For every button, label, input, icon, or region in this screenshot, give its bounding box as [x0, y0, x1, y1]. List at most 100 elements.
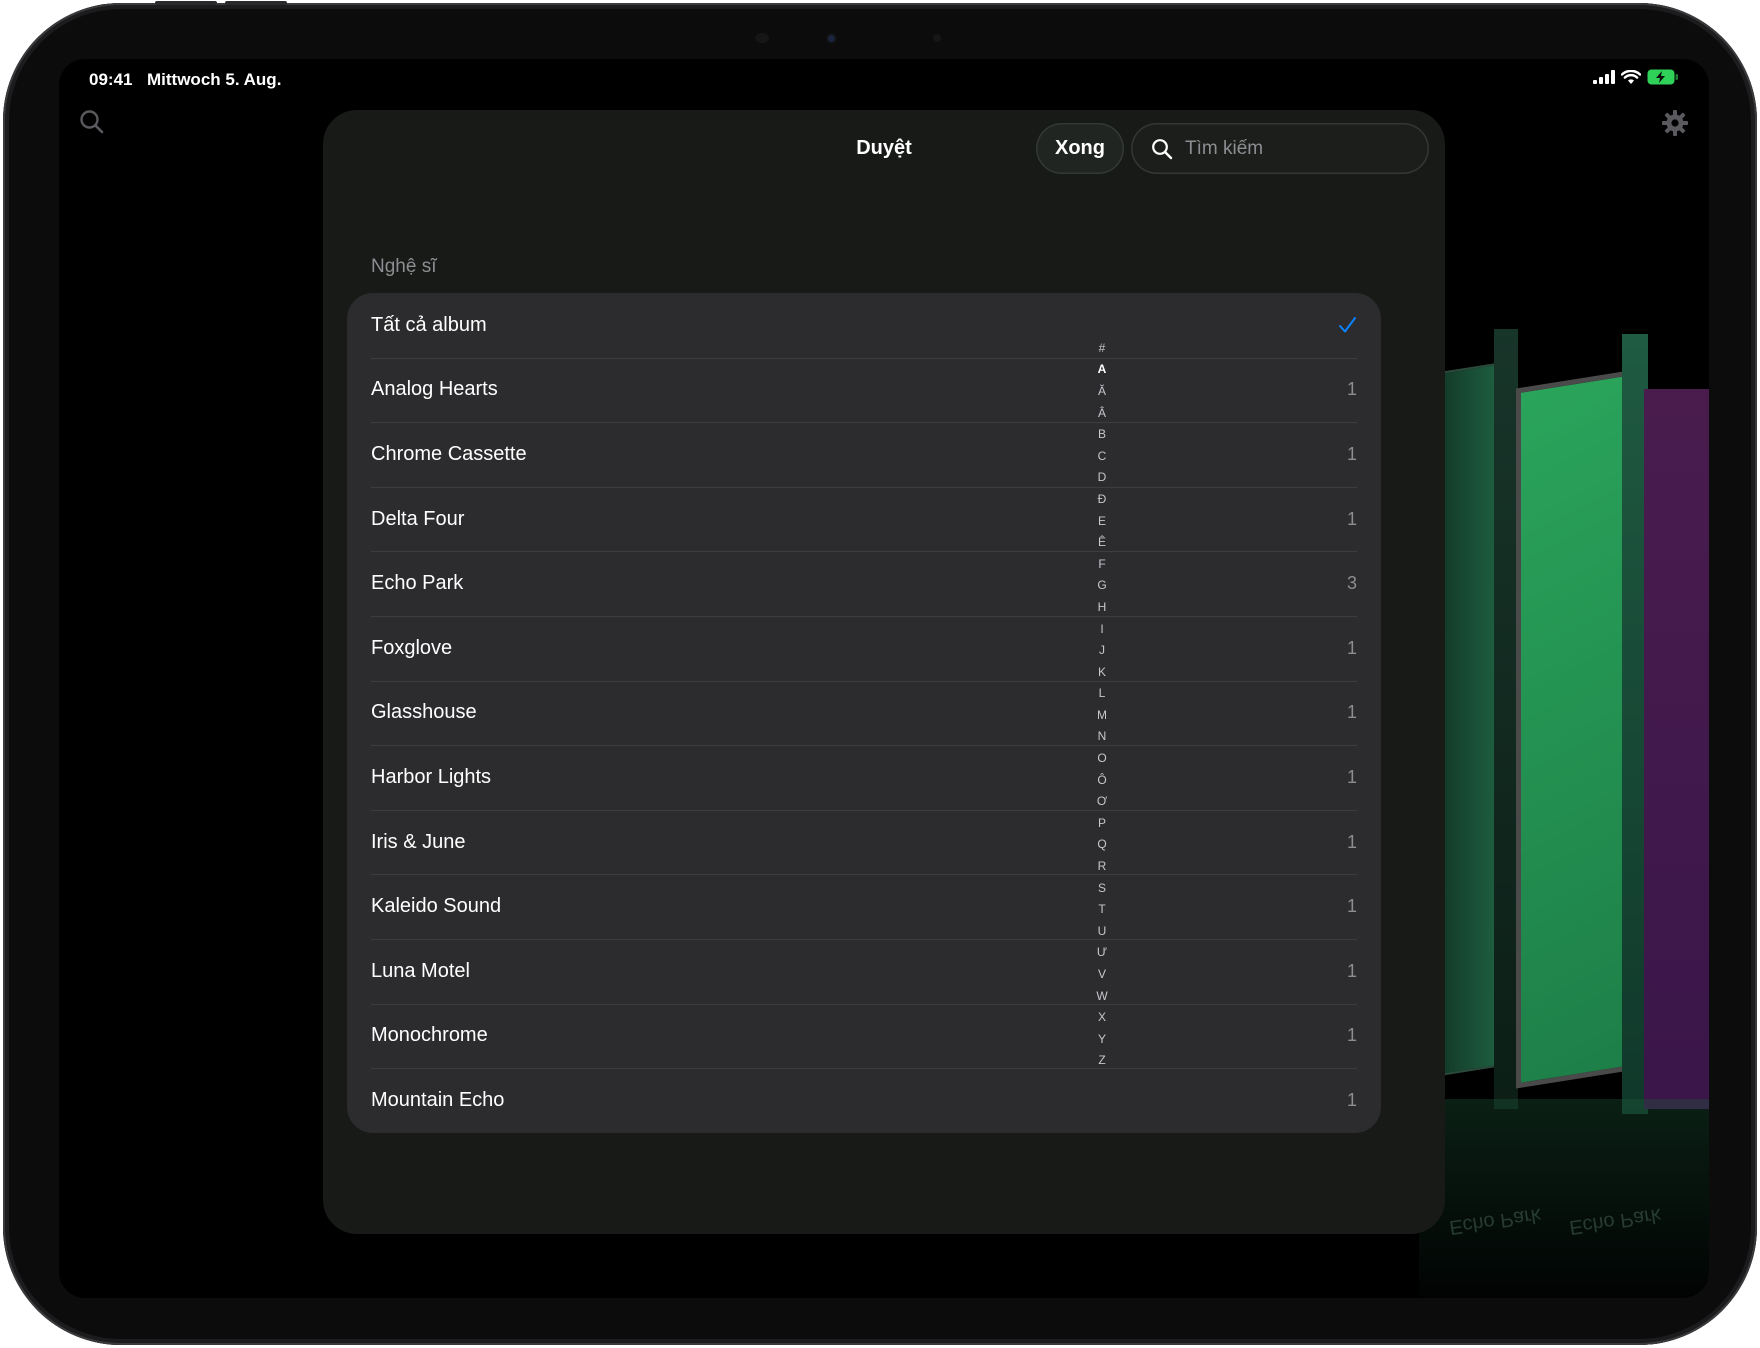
index-letter[interactable]: N [1084, 726, 1120, 748]
cover-reflection [1419, 1099, 1709, 1298]
list-item[interactable]: Analog Hearts 1 [347, 357, 1381, 423]
list-item-label: Foxglove [371, 636, 453, 659]
signal-icon [1593, 70, 1615, 84]
list-item-label: Glasshouse [371, 701, 477, 724]
index-letter[interactable]: T [1084, 898, 1120, 920]
list-item-label: Tất cả album [371, 313, 487, 336]
album-coverflow[interactable]: Echo Park Echo Park [1419, 309, 1709, 1298]
list-item-all-albums[interactable]: Tất cả album [347, 293, 1381, 358]
list-item[interactable]: Foxglove 1 [347, 615, 1381, 681]
index-letter[interactable]: D [1084, 467, 1120, 489]
index-letter[interactable]: A [1084, 359, 1120, 381]
gear-icon[interactable] [1661, 109, 1689, 142]
index-letter[interactable]: M [1084, 704, 1120, 726]
index-letter[interactable]: C [1084, 445, 1120, 467]
front-camera [828, 35, 835, 42]
wifi-icon [1621, 69, 1641, 84]
checkmark-icon [1337, 315, 1357, 335]
list-item[interactable]: Kaleido Sound 1 [347, 874, 1381, 939]
album-count: 1 [1346, 896, 1357, 917]
list-item[interactable]: Mountain Echo 1 [347, 1068, 1381, 1133]
index-letter[interactable]: E [1084, 510, 1120, 532]
album-count: 1 [1346, 1089, 1357, 1110]
list-item-label: Kaleido Sound [371, 895, 502, 918]
album-count: 3 [1346, 573, 1357, 594]
volume-up-button [155, 1, 217, 5]
battery-charging-icon [1647, 69, 1678, 85]
list-item-label: Harbor Lights [371, 765, 492, 788]
index-letter[interactable]: Ơ [1084, 790, 1120, 812]
index-letter[interactable]: V [1084, 963, 1120, 985]
index-letter[interactable]: K [1084, 661, 1120, 683]
search-field[interactable] [1131, 123, 1429, 174]
album-count: 1 [1346, 1025, 1357, 1046]
index-letter[interactable]: I [1084, 618, 1120, 640]
browse-sheet: Duyệt Xong Nghệ sĩ Tất cả album [323, 110, 1445, 1234]
ipad-frame: 09:41 Mittwoch 5. Aug. Echo Park Echo Pa… [3, 1, 1757, 1345]
search-icon[interactable] [79, 109, 105, 140]
volume-down-button [225, 1, 287, 5]
list-item[interactable]: Echo Park 3 [347, 551, 1381, 616]
list-item-label: Delta Four [371, 507, 465, 530]
front-sensor [755, 33, 769, 43]
index-letter[interactable]: U [1084, 920, 1120, 942]
index-letter[interactable]: Z [1084, 1050, 1120, 1072]
index-letter[interactable]: S [1084, 877, 1120, 899]
list-item[interactable]: Glasshouse 1 [347, 680, 1381, 746]
index-letter[interactable]: P [1084, 812, 1120, 834]
list-item-label: Analog Hearts [371, 378, 498, 401]
search-icon [1151, 138, 1173, 160]
album-cover-edge [1494, 329, 1518, 1109]
done-button[interactable]: Xong [1036, 123, 1124, 174]
index-letter[interactable]: L [1084, 683, 1120, 705]
list-item[interactable]: Harbor Lights 1 [347, 745, 1381, 810]
list-item[interactable]: Delta Four 1 [347, 486, 1381, 552]
index-letter[interactable]: X [1084, 1006, 1120, 1028]
index-letter[interactable]: Y [1084, 1028, 1120, 1050]
list-item[interactable]: Chrome Cassette 1 [347, 422, 1381, 487]
list-item-label: Monochrome [371, 1024, 488, 1047]
album-count: 1 [1346, 443, 1357, 464]
index-letter[interactable]: # [1084, 337, 1120, 359]
list-item-label: Chrome Cassette [371, 442, 527, 465]
section-header: Nghệ sĩ [371, 256, 437, 277]
index-letter[interactable]: B [1084, 423, 1120, 445]
list-item[interactable]: Iris & June 1 [347, 809, 1381, 875]
list-item[interactable]: Luna Motel 1 [347, 938, 1381, 1004]
album-count: 1 [1346, 831, 1357, 852]
status-bar: 09:41 Mittwoch 5. Aug. [59, 59, 1709, 99]
index-letter[interactable]: F [1084, 553, 1120, 575]
index-letter[interactable]: G [1084, 575, 1120, 597]
album-count: 1 [1346, 702, 1357, 723]
status-date: Mittwoch 5. Aug. [147, 70, 282, 89]
list-item-label: Iris & June [371, 830, 466, 853]
list-item-label: Luna Motel [371, 959, 470, 982]
index-letter[interactable]: W [1084, 985, 1120, 1007]
index-letter[interactable]: R [1084, 855, 1120, 877]
index-letter[interactable]: Q [1084, 834, 1120, 856]
index-letter[interactable]: J [1084, 639, 1120, 661]
list-item-label: Mountain Echo [371, 1088, 505, 1111]
index-letter[interactable]: Ô [1084, 769, 1120, 791]
list-item[interactable]: Monochrome 1 [347, 1003, 1381, 1069]
index-letter[interactable]: O [1084, 747, 1120, 769]
index-letter[interactable]: Đ [1084, 488, 1120, 510]
album-count: 1 [1346, 960, 1357, 981]
ambient-sensor [933, 34, 941, 42]
album-cover[interactable] [1516, 369, 1636, 1089]
album-cover[interactable] [1644, 389, 1709, 1109]
status-icons [1593, 69, 1679, 85]
status-time: 09:41 [89, 70, 133, 89]
album-count: 1 [1346, 508, 1357, 529]
screen: 09:41 Mittwoch 5. Aug. Echo Park Echo Pa… [59, 59, 1709, 1298]
index-letter[interactable]: Ă [1084, 380, 1120, 402]
index-letter[interactable]: Ê [1084, 531, 1120, 553]
album-count: 1 [1346, 379, 1357, 400]
index-letter[interactable]: Â [1084, 402, 1120, 424]
artist-list: Tất cả album Analog Hearts 1 Chrome Cass… [347, 293, 1381, 1133]
search-input[interactable] [1183, 136, 1407, 161]
index-letter[interactable]: H [1084, 596, 1120, 618]
index-letter[interactable]: Ư [1084, 942, 1120, 964]
section-index-bar[interactable]: # A Ă Â B C D Đ E Ê F G H I J K L M N O Ô Ơ P Q R S T U Ư V W X Y Z [1084, 337, 1120, 1071]
list-item-label: Echo Park [371, 572, 464, 595]
